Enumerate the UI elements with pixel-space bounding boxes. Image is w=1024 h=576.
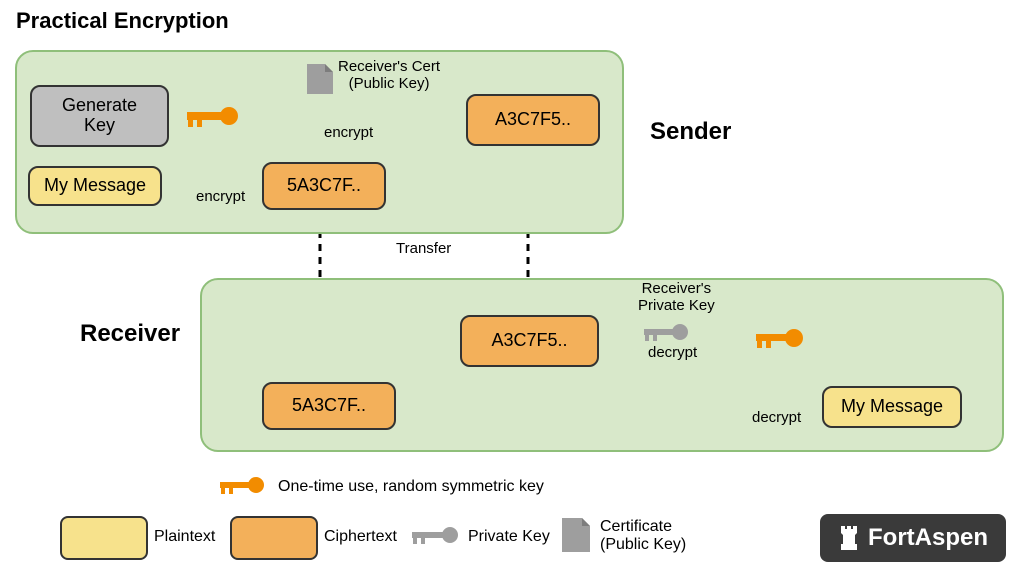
legend-key-icon bbox=[218, 470, 266, 500]
key-icon-sym-receiver bbox=[754, 322, 804, 354]
legend-plaintext-box bbox=[60, 516, 148, 560]
transfer-label: Transfer bbox=[396, 240, 451, 257]
legend-privkey-icon bbox=[410, 520, 460, 550]
encrypt2-label: encrypt bbox=[196, 188, 245, 205]
legend-symkey-text: One-time use, random symmetric key bbox=[278, 478, 544, 496]
decrypt1-label: decrypt bbox=[648, 344, 697, 361]
cipher-key-dst-node: A3C7F5.. bbox=[460, 315, 599, 367]
legend-privkey-text: Private Key bbox=[468, 528, 550, 546]
cipher-msg-dst-node: 5A3C7F.. bbox=[262, 382, 396, 430]
legend-cert-text: Certificate (Public Key) bbox=[600, 518, 686, 553]
receivers-priv-label: Receiver's Private Key bbox=[638, 280, 715, 314]
generate-key-node: Generate Key bbox=[30, 85, 169, 147]
key-icon-private bbox=[642, 318, 690, 346]
brand-text: FortAspen bbox=[868, 524, 988, 552]
legend-cert-icon bbox=[560, 516, 592, 554]
legend-plaintext-text: Plaintext bbox=[154, 528, 215, 546]
brand-logo: FortAspen bbox=[820, 514, 1006, 562]
legend-ciphertext-box bbox=[230, 516, 318, 560]
receiver-label: Receiver bbox=[80, 320, 180, 348]
diagram-title: Practical Encryption bbox=[16, 8, 229, 34]
legend-ciphertext-text: Ciphertext bbox=[324, 528, 397, 546]
my-message-dst-node: My Message bbox=[822, 386, 962, 428]
receivers-cert-label: Receiver's Cert (Public Key) bbox=[338, 58, 440, 92]
rook-icon bbox=[838, 524, 860, 552]
cipher-msg-src-node: 5A3C7F.. bbox=[262, 162, 386, 210]
key-icon bbox=[185, 99, 240, 133]
document-icon bbox=[305, 62, 335, 96]
sender-label: Sender bbox=[650, 118, 731, 146]
my-message-src-node: My Message bbox=[28, 166, 162, 206]
decrypt2-label: decrypt bbox=[752, 409, 801, 426]
cipher-key-src-node: A3C7F5.. bbox=[466, 94, 600, 146]
encrypt1-label: encrypt bbox=[324, 124, 373, 141]
